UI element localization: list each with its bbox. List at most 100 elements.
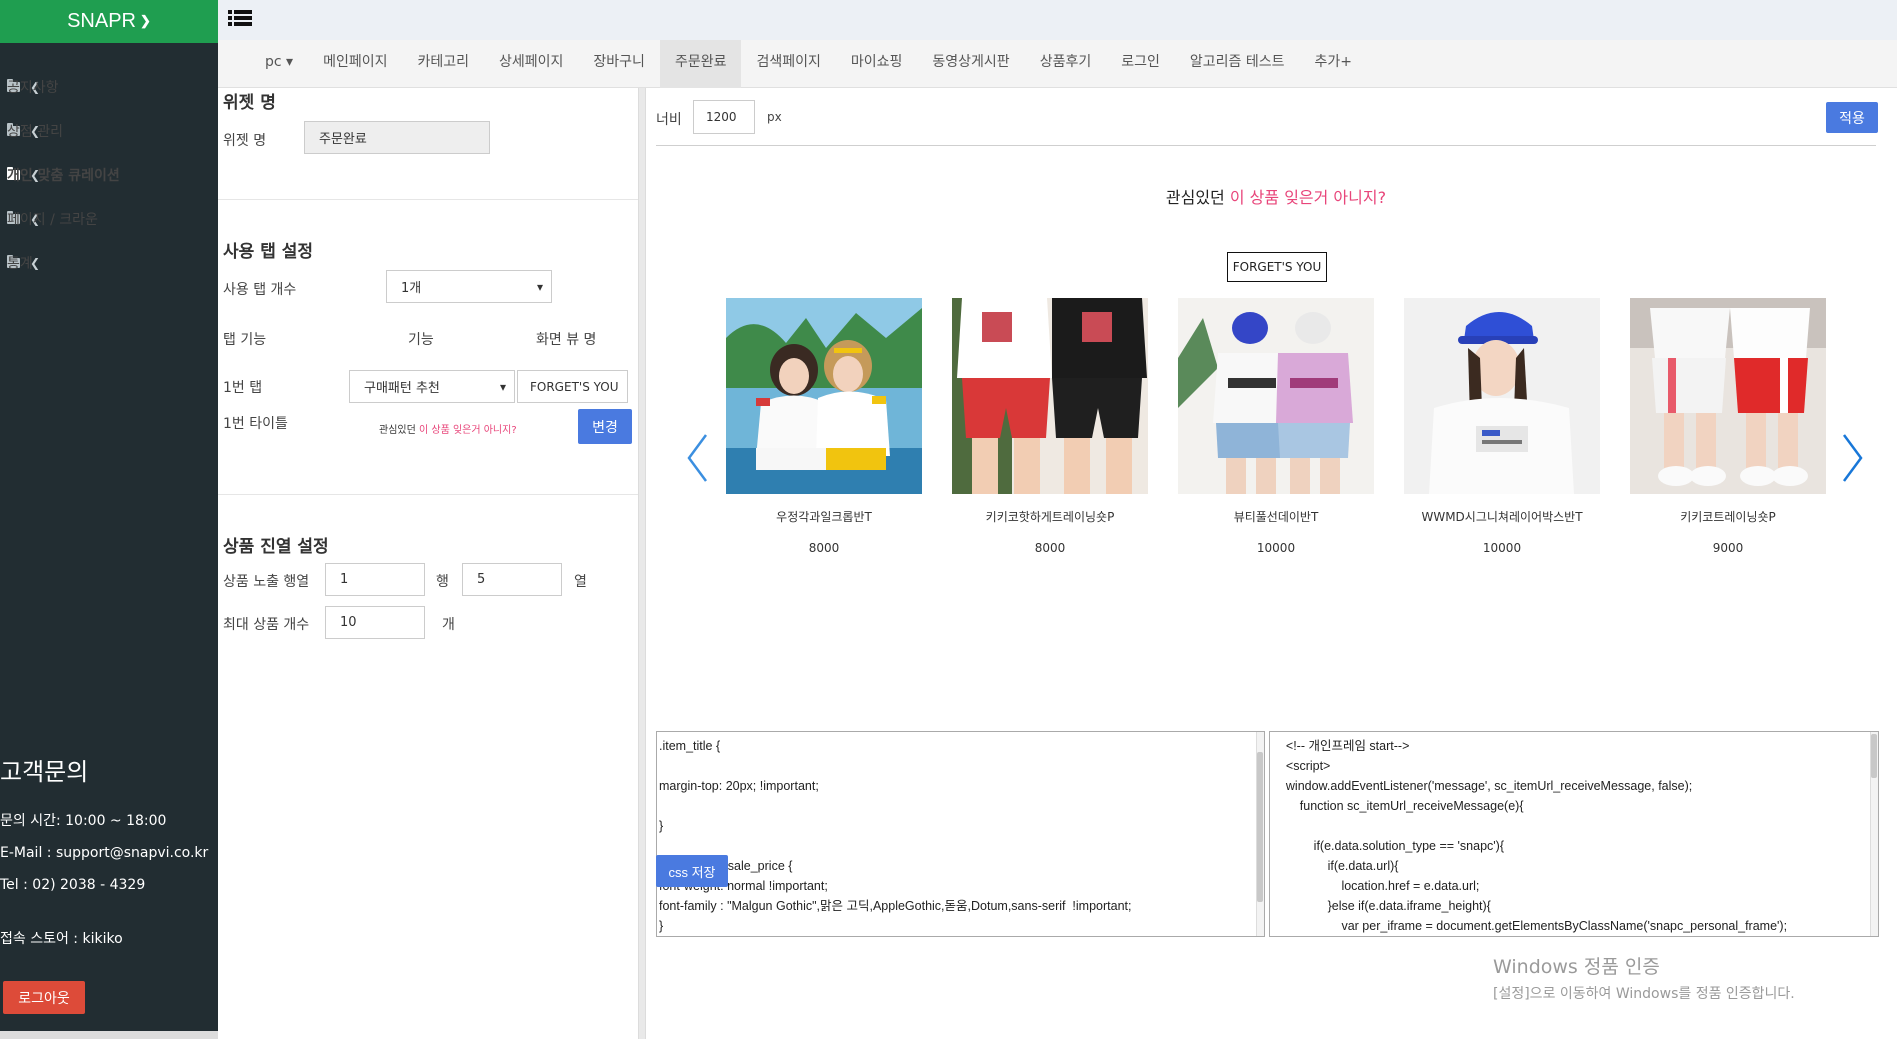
- tab1-function-value: 구매패턴 추천: [364, 381, 440, 396]
- curation-title: 관심있던 이 상품 잊은거 아니지?: [646, 184, 1897, 208]
- product-name[interactable]: 키키코핫하게트레이닝숏P: [952, 508, 1148, 525]
- code-line: var per_iframe = document.getElementsByC…: [1272, 919, 1788, 933]
- curation-tab-button[interactable]: FORGET'S YOU: [1227, 252, 1327, 282]
- product-card[interactable]: 우정각과일크롭반T 8000: [726, 298, 922, 555]
- panel-splitter[interactable]: [638, 88, 646, 1039]
- product-name[interactable]: WWMD시그니쳐레이어박스반T: [1404, 508, 1600, 525]
- tab-reviews[interactable]: 상품후기: [1025, 40, 1107, 88]
- product-image[interactable]: [1178, 298, 1374, 494]
- widget-preview: 너비 1200 px 적용 관심있던 이 상품 잊은거 아니지? FORGET'…: [646, 88, 1897, 1039]
- product-price: 8000: [808, 541, 840, 555]
- code-line: font-family : "Malgun Gothic",맑은 고딕,Appl…: [659, 899, 1132, 913]
- scrollbar[interactable]: [1256, 732, 1264, 936]
- chevron-down-icon: ❯: [140, 12, 151, 28]
- product-price: 10000: [1482, 541, 1522, 555]
- sidebar-item-label: 통계: [7, 256, 33, 272]
- tab-cart[interactable]: 장바구니: [578, 40, 660, 88]
- rows-cols-label: 상품 노출 행열: [223, 574, 310, 590]
- rows-input[interactable]: 1: [325, 563, 425, 596]
- max-products-value: 10: [340, 615, 357, 630]
- brand-logo[interactable]: SNAPR ❯: [0, 0, 218, 43]
- tab-count-select[interactable]: 1개: [386, 270, 552, 303]
- tab1-view-name-value: FORGET'S YOU: [530, 379, 619, 394]
- tab-video-board[interactable]: 동영상게시판: [917, 40, 1024, 88]
- support-tel: Tel : 02) 2038 - 4329: [0, 877, 146, 893]
- list-menu-icon[interactable]: [228, 10, 252, 30]
- sidebar-item-store[interactable]: 상점 관리 ❮: [0, 109, 218, 153]
- code-line: .one_price, .sale_price {: [659, 859, 793, 873]
- apply-button[interactable]: 적용: [1826, 102, 1878, 133]
- tab-detail[interactable]: 상세페이지: [484, 40, 578, 88]
- product-name[interactable]: 키키코트레이닝숏P: [1630, 508, 1826, 525]
- script-editor[interactable]: <!-- 개인프레임 start--> <script> window.addE…: [1269, 731, 1879, 937]
- support-hours: 문의 시간: 10:00 ~ 18:00: [0, 813, 167, 829]
- product-name[interactable]: 우정각과일크롭반T: [726, 508, 922, 525]
- product-card[interactable]: 뷰티풀선데이반T 10000: [1178, 298, 1374, 555]
- tab-order-complete[interactable]: 주문완료: [659, 40, 742, 88]
- css-editor[interactable]: .item_title {margin-top: 20px; !importan…: [656, 731, 1265, 937]
- product-card[interactable]: 키키코트레이닝숏P 9000: [1630, 298, 1826, 555]
- tab-device[interactable]: pc ▾: [250, 40, 308, 88]
- width-unit: px: [767, 110, 782, 124]
- css-save-button[interactable]: css 저장: [656, 855, 728, 887]
- tab-category[interactable]: 카테고리: [402, 40, 484, 88]
- code-line: <script>: [1272, 759, 1331, 773]
- tab1-view-name-input[interactable]: FORGET'S YOU: [517, 370, 628, 403]
- code-line: location.href = e.data.url;: [1272, 879, 1480, 893]
- tab1-function-select[interactable]: 구매패턴 추천: [349, 370, 515, 403]
- tab-search[interactable]: 검색페이지: [741, 40, 835, 88]
- change-button[interactable]: 변경: [578, 409, 632, 444]
- tab1-label: 1번 탭: [223, 380, 263, 396]
- product-image[interactable]: [726, 298, 922, 494]
- product-image[interactable]: [952, 298, 1148, 494]
- divider: [218, 199, 638, 200]
- widget-name-field[interactable]: 주문완료: [304, 121, 490, 154]
- product-name[interactable]: 뷰티풀선데이반T: [1178, 508, 1374, 525]
- page-tabs: pc ▾ 메인페이지 카테고리 상세페이지 장바구니 주문완료 검색페이지 마이…: [218, 40, 1897, 88]
- tab-my-shopping[interactable]: 마이쇼핑: [836, 40, 918, 88]
- divider: [218, 494, 638, 495]
- width-value: 1200: [706, 110, 737, 124]
- scrollbar-thumb[interactable]: [1871, 734, 1877, 778]
- scrollbar-thumb[interactable]: [1257, 752, 1263, 902]
- tab-login[interactable]: 로그인: [1106, 40, 1175, 88]
- tab-function-label: 탭 기능: [223, 332, 267, 348]
- view-name-column-header: 화면 뷰 명: [536, 332, 597, 348]
- function-column-header: 기능: [408, 332, 434, 348]
- chevron-right-icon[interactable]: [1842, 433, 1864, 483]
- product-image[interactable]: [1404, 298, 1600, 494]
- tab-count-value: 1개: [401, 281, 422, 296]
- sidebar-item-label: 상점 관리: [7, 124, 63, 140]
- chevron-left-icon[interactable]: [686, 433, 708, 483]
- code-line: font-weight: normal !important;: [659, 879, 828, 893]
- watermark-line2: [설정]으로 이동하여 Windows를 정품 인증합니다.: [1493, 986, 1795, 1002]
- sidebar-item-notice[interactable]: 공지사항 ❮: [0, 65, 218, 109]
- width-input[interactable]: 1200: [693, 100, 755, 134]
- tab-algorithm-test[interactable]: 알고리즘 테스트: [1175, 40, 1300, 88]
- sidebar-item-stats[interactable]: 통계 ❮: [0, 241, 218, 285]
- product-image[interactable]: [1630, 298, 1826, 494]
- row-unit: 행: [436, 574, 449, 590]
- product-card[interactable]: WWMD시그니쳐레이어박스반T 10000: [1404, 298, 1600, 555]
- max-products-input[interactable]: 10: [325, 606, 425, 639]
- product-price: 9000: [1712, 541, 1744, 555]
- tab1-title-preview: 관심있던 이 상품 잊은거 아니지?: [379, 421, 517, 436]
- tab-main[interactable]: 메인페이지: [308, 40, 402, 88]
- code-line: .item_title {: [659, 739, 721, 753]
- display-section-title: 상품 진열 설정: [223, 537, 329, 557]
- tab-add[interactable]: 추가+: [1299, 40, 1367, 88]
- sidebar-item-page-crown[interactable]: 페이지 / 크라운 ❮: [0, 197, 218, 241]
- cols-input[interactable]: 5: [462, 563, 562, 596]
- sidebar-item-curation[interactable]: 개인 맞춤 큐레이션 ❮: [0, 153, 218, 197]
- max-products-label: 최대 상품 개수: [223, 617, 310, 633]
- scrollbar[interactable]: [1870, 732, 1878, 936]
- code-line: function sc_itemUrl_receiveMessage(e){: [1272, 799, 1524, 813]
- code-line: }: [659, 919, 664, 933]
- product-card[interactable]: 키키코핫하게트레이닝숏P 8000: [952, 298, 1148, 555]
- logout-button[interactable]: 로그아웃: [3, 981, 85, 1014]
- tab1-title-highlight: 이 상품 잊은거 아니지?: [418, 425, 517, 436]
- watermark-line1: Windows 정품 인증: [1493, 956, 1660, 978]
